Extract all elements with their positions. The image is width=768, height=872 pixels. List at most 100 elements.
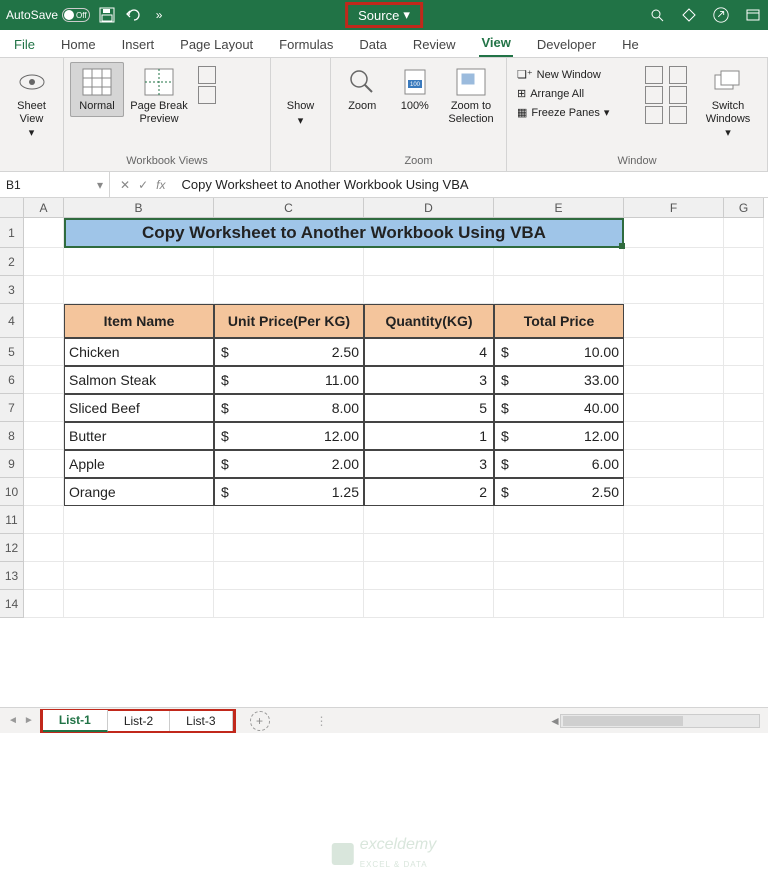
row-header[interactable]: 13 [0, 562, 24, 590]
table-header[interactable]: Total Price [494, 304, 624, 338]
horizontal-scrollbar[interactable]: ◄ [560, 714, 760, 728]
table-header[interactable]: Unit Price(Per KG) [214, 304, 364, 338]
sheet-nav-prev[interactable]: ◄ [8, 715, 18, 726]
diamond-icon[interactable] [680, 6, 698, 24]
cell-unit-price[interactable]: $1.25 [214, 478, 364, 506]
tab-formulas[interactable]: Formulas [277, 31, 335, 57]
cell-item[interactable]: Orange [64, 478, 214, 506]
table-header[interactable]: Item Name [64, 304, 214, 338]
cell-unit-price[interactable]: $12.00 [214, 422, 364, 450]
scroll-arrow-left[interactable]: ◄ [549, 714, 561, 728]
zoom-100-button[interactable]: 100 100% [390, 62, 441, 117]
sheet-view-button[interactable]: Sheet View▾ [6, 62, 57, 144]
cell[interactable] [724, 218, 764, 248]
row-header[interactable]: 5 [0, 338, 24, 366]
cell-item[interactable]: Butter [64, 422, 214, 450]
cell-total[interactable]: $12.00 [494, 422, 624, 450]
col-header[interactable]: F [624, 198, 724, 218]
cell-qty[interactable]: 3 [364, 450, 494, 478]
cell-total[interactable]: $33.00 [494, 366, 624, 394]
window-controls-icon[interactable] [744, 6, 762, 24]
split-icon[interactable] [645, 66, 663, 84]
cell-item[interactable]: Apple [64, 450, 214, 478]
accept-icon[interactable]: ✓ [138, 178, 148, 192]
name-box[interactable]: B1▾ [0, 172, 110, 197]
tab-view[interactable]: View [479, 29, 512, 57]
cell-total[interactable]: $6.00 [494, 450, 624, 478]
cell-qty[interactable]: 1 [364, 422, 494, 450]
cell-item[interactable]: Salmon Steak [64, 366, 214, 394]
tab-help-trunc[interactable]: He [620, 31, 641, 57]
row-header[interactable]: 2 [0, 248, 24, 276]
cell-total[interactable]: $10.00 [494, 338, 624, 366]
row-header[interactable]: 7 [0, 394, 24, 422]
cell-total[interactable]: $40.00 [494, 394, 624, 422]
title-cell[interactable]: Copy Worksheet to Another Workbook Using… [64, 218, 624, 248]
col-header[interactable]: A [24, 198, 64, 218]
sync-scroll-icon[interactable] [669, 86, 687, 104]
undo-icon[interactable] [124, 6, 142, 24]
cell-qty[interactable]: 4 [364, 338, 494, 366]
sheet-tab[interactable]: List-1 [43, 710, 108, 732]
cell-unit-price[interactable]: $8.00 [214, 394, 364, 422]
col-header[interactable]: G [724, 198, 764, 218]
tab-developer[interactable]: Developer [535, 31, 598, 57]
cell[interactable] [24, 218, 64, 248]
tab-file[interactable]: File [12, 31, 37, 57]
row-header[interactable]: 11 [0, 506, 24, 534]
share-icon[interactable] [712, 6, 730, 24]
switch-windows-button[interactable]: Switch Windows▾ [695, 62, 761, 144]
cell-item[interactable]: Sliced Beef [64, 394, 214, 422]
new-window-button[interactable]: ❏⁺New Window [513, 66, 643, 83]
row-header[interactable]: 10 [0, 478, 24, 506]
search-icon[interactable] [648, 6, 666, 24]
custom-views-icon[interactable] [198, 86, 216, 104]
tab-home[interactable]: Home [59, 31, 98, 57]
col-header[interactable]: D [364, 198, 494, 218]
cell-unit-price[interactable]: $2.00 [214, 450, 364, 478]
formula-input[interactable]: Copy Worksheet to Another Workbook Using… [175, 177, 768, 192]
row-header[interactable]: 3 [0, 276, 24, 304]
tab-page-layout[interactable]: Page Layout [178, 31, 255, 57]
row-header[interactable]: 9 [0, 450, 24, 478]
autosave-toggle[interactable]: AutoSave Off [6, 8, 90, 22]
table-header[interactable]: Quantity(KG) [364, 304, 494, 338]
row-header[interactable]: 14 [0, 590, 24, 618]
cell-item[interactable]: Chicken [64, 338, 214, 366]
select-all-corner[interactable] [0, 198, 24, 218]
sheet-nav-next[interactable]: ► [24, 715, 34, 726]
save-icon[interactable] [98, 6, 116, 24]
sheet-tab[interactable]: List-3 [170, 711, 232, 731]
cell-unit-price[interactable]: $2.50 [214, 338, 364, 366]
cell-qty[interactable]: 5 [364, 394, 494, 422]
page-layout-icon[interactable] [198, 66, 216, 84]
col-header[interactable]: E [494, 198, 624, 218]
tab-data[interactable]: Data [357, 31, 388, 57]
row-header[interactable]: 8 [0, 422, 24, 450]
zoom-selection-button[interactable]: Zoom to Selection [442, 62, 500, 129]
zoom-button[interactable]: Zoom [337, 62, 388, 117]
cell[interactable] [624, 218, 724, 248]
row-header[interactable]: 6 [0, 366, 24, 394]
row-header[interactable]: 1 [0, 218, 24, 248]
arrange-all-button[interactable]: ⊞Arrange All [513, 85, 643, 102]
sheet-tab[interactable]: List-2 [108, 711, 170, 731]
col-header[interactable]: B [64, 198, 214, 218]
tab-insert[interactable]: Insert [120, 31, 157, 57]
row-header[interactable]: 4 [0, 304, 24, 338]
unhide-icon[interactable] [645, 106, 663, 124]
fx-icon[interactable]: fx [156, 178, 165, 192]
cell-unit-price[interactable]: $11.00 [214, 366, 364, 394]
more-qat-icon[interactable]: » [150, 6, 168, 24]
normal-view-button[interactable]: Normal [70, 62, 124, 117]
hide-icon[interactable] [645, 86, 663, 104]
freeze-panes-button[interactable]: ▦Freeze Panes ▾ [513, 104, 643, 121]
cell-qty[interactable]: 3 [364, 366, 494, 394]
show-button[interactable]: Show▾ [277, 96, 324, 131]
row-header[interactable]: 12 [0, 534, 24, 562]
page-break-button[interactable]: Page Break Preview [126, 62, 192, 129]
col-header[interactable]: C [214, 198, 364, 218]
add-sheet-button[interactable]: + [250, 711, 270, 731]
cell-qty[interactable]: 2 [364, 478, 494, 506]
view-side-icon[interactable] [669, 66, 687, 84]
